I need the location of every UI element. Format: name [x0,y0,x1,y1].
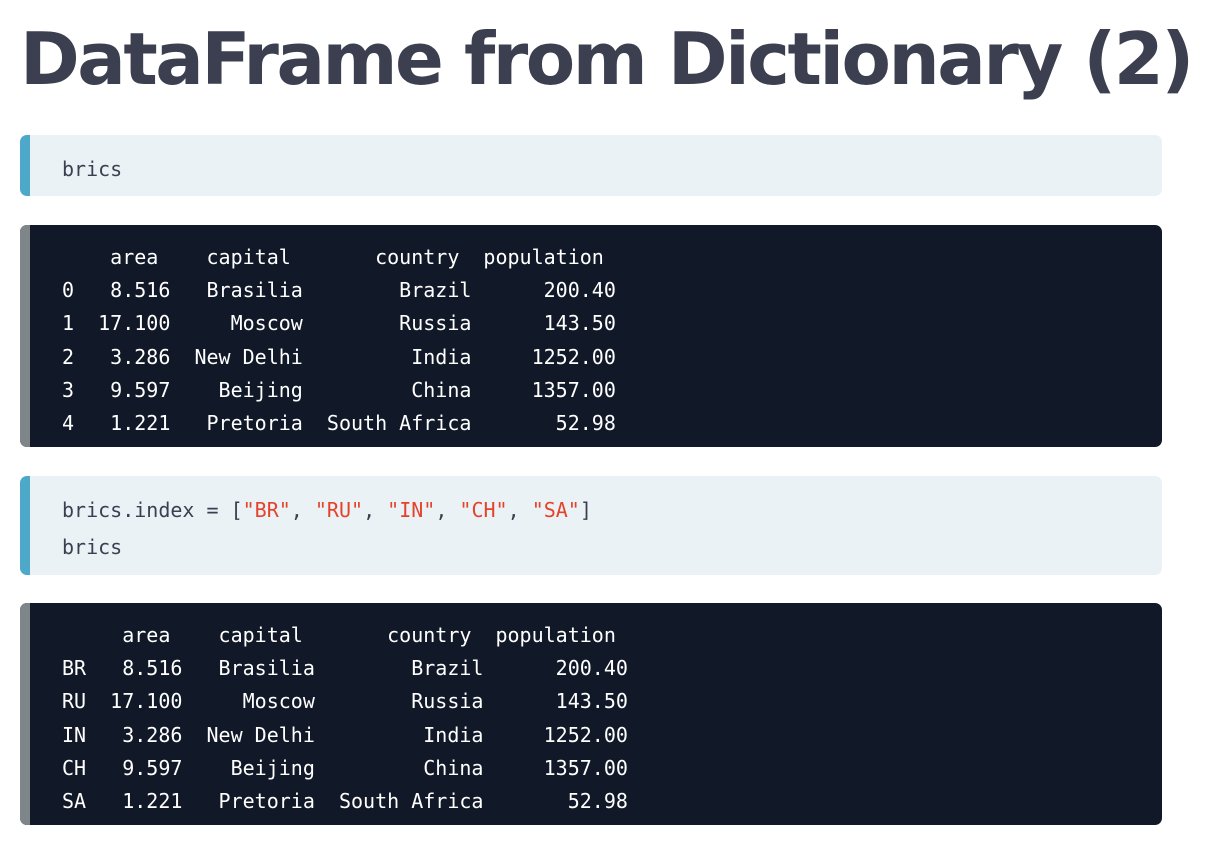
code-string-token: "IN" [387,498,436,522]
input-accent-bar [20,476,30,575]
code-output: area capital country population 0 8.516 … [62,245,616,436]
code-input-block: brics.index = ["BR", "RU", "IN", "CH", "… [20,476,1162,575]
code-output-block: area capital country population BR 8.516… [20,603,1162,825]
code-token: , [435,498,460,522]
code-token: , [507,498,532,522]
code-output: area capital country population BR 8.516… [62,623,628,814]
code-string-token: "CH" [459,498,508,522]
input-accent-bar [20,135,30,196]
code-token: , [363,498,388,522]
code-input: brics.index = ["BR", "RU", "IN", "CH", "… [62,492,592,566]
code-input: brics [62,151,122,188]
code-string-token: "SA" [531,498,580,522]
code-string-token: "BR" [242,498,291,522]
code-input-block: brics [20,135,1162,196]
code-token: brics [62,157,123,181]
code-string-token: "RU" [314,498,364,522]
code-token: , [290,498,315,522]
code-output-block: area capital country population 0 8.516 … [20,225,1162,447]
page-title: DataFrame from Dictionary (2) [20,17,1194,101]
output-accent-bar [20,603,30,825]
output-accent-bar [20,225,30,447]
code-token: ] [579,498,592,522]
code-token: brics [62,535,123,559]
code-token: brics.index = [ [62,498,243,522]
